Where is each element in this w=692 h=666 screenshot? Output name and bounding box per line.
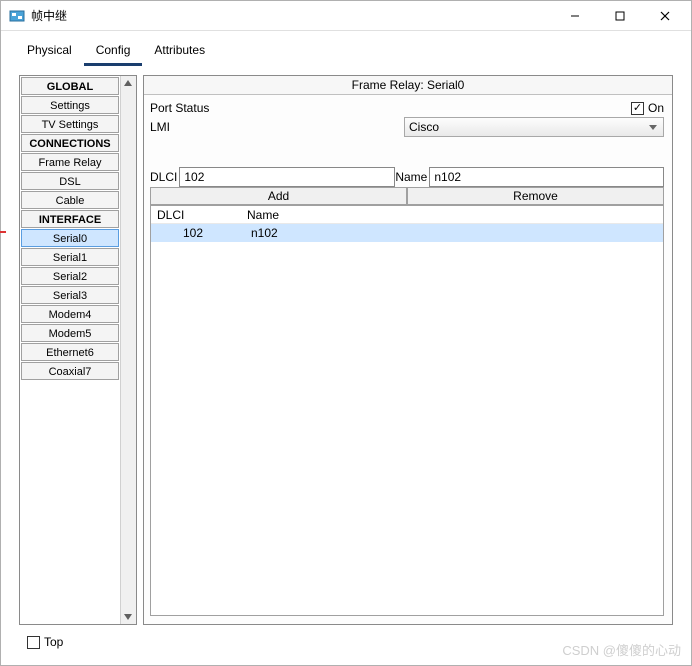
table-body: 102n102 xyxy=(151,224,663,242)
sidebar-list: GLOBALSettingsTV SettingsCONNECTIONSFram… xyxy=(20,76,120,624)
dlci-label: DLCI xyxy=(150,170,177,184)
sidebar-item-dsl[interactable]: DSL xyxy=(21,172,119,190)
lmi-value: Cisco xyxy=(409,120,439,134)
top-checkbox[interactable] xyxy=(27,636,40,649)
sidebar-item-modem5[interactable]: Modem5 xyxy=(21,324,119,342)
sidebar-item-serial0[interactable]: Serial0 xyxy=(21,229,119,247)
app-icon xyxy=(9,8,25,24)
port-status-checkbox[interactable] xyxy=(631,102,644,115)
annotation-tick xyxy=(0,231,6,233)
body-row: GLOBALSettingsTV SettingsCONNECTIONSFram… xyxy=(15,71,677,629)
table-header: DLCI Name xyxy=(151,206,663,224)
panel-title: Frame Relay: Serial0 xyxy=(144,76,672,95)
sidebar-header-connections: CONNECTIONS xyxy=(21,134,119,152)
add-remove-row: Add Remove xyxy=(150,187,664,205)
close-button[interactable] xyxy=(642,2,687,30)
top-label: Top xyxy=(44,635,63,649)
sidebar-item-coaxial7[interactable]: Coaxial7 xyxy=(21,362,119,380)
sidebar-header-interface: INTERFACE xyxy=(21,210,119,228)
dlci-table: DLCI Name 102n102 xyxy=(150,205,664,616)
sidebar: GLOBALSettingsTV SettingsCONNECTIONSFram… xyxy=(19,75,137,625)
name-label: Name xyxy=(395,170,427,184)
remove-button[interactable]: Remove xyxy=(407,187,664,205)
sidebar-item-serial3[interactable]: Serial3 xyxy=(21,286,119,304)
lmi-row: LMI Cisco xyxy=(150,117,664,137)
port-status-row: Port Status On xyxy=(150,101,664,115)
lmi-label: LMI xyxy=(150,120,174,134)
main-panel: Frame Relay: Serial0 Port Status On LMI … xyxy=(143,75,673,625)
titlebar: 帧中继 xyxy=(1,1,691,31)
tab-bar: PhysicalConfigAttributes xyxy=(15,39,677,67)
dlci-input[interactable]: 102 xyxy=(179,167,395,187)
tab-config[interactable]: Config xyxy=(84,39,143,66)
sidebar-item-tv-settings[interactable]: TV Settings xyxy=(21,115,119,133)
port-status-label: Port Status xyxy=(150,101,209,115)
sidebar-item-cable[interactable]: Cable xyxy=(21,191,119,209)
dlci-entry-row: DLCI 102 Name n102 xyxy=(150,167,664,187)
panel-body: Port Status On LMI Cisco DLCI 102 xyxy=(144,95,672,624)
name-input[interactable]: n102 xyxy=(429,167,664,187)
sidebar-item-frame-relay[interactable]: Frame Relay xyxy=(21,153,119,171)
sidebar-item-modem4[interactable]: Modem4 xyxy=(21,305,119,323)
minimize-button[interactable] xyxy=(552,2,597,30)
tab-attributes[interactable]: Attributes xyxy=(142,39,217,66)
sidebar-header-global: GLOBAL xyxy=(21,77,119,95)
sidebar-item-serial1[interactable]: Serial1 xyxy=(21,248,119,266)
col-dlci[interactable]: DLCI xyxy=(151,206,241,223)
col-name[interactable]: Name xyxy=(241,206,663,223)
sidebar-item-settings[interactable]: Settings xyxy=(21,96,119,114)
sidebar-scrollbar[interactable] xyxy=(120,76,136,624)
tab-physical[interactable]: Physical xyxy=(15,39,84,66)
sidebar-item-ethernet6[interactable]: Ethernet6 xyxy=(21,343,119,361)
sidebar-item-serial2[interactable]: Serial2 xyxy=(21,267,119,285)
add-button[interactable]: Add xyxy=(150,187,407,205)
lmi-dropdown[interactable]: Cisco xyxy=(404,117,664,137)
port-status-on-label: On xyxy=(648,101,664,115)
app-window: 帧中继 PhysicalConfigAttributes GLOBALSetti… xyxy=(0,0,692,666)
table-row[interactable]: 102n102 xyxy=(151,224,663,242)
maximize-button[interactable] xyxy=(597,2,642,30)
window-title: 帧中继 xyxy=(31,7,552,24)
window-controls xyxy=(552,2,687,30)
watermark: CSDN @傻傻的心动 xyxy=(562,640,681,659)
client-area: PhysicalConfigAttributes GLOBALSettingsT… xyxy=(1,31,691,665)
cell-dlci: 102 xyxy=(151,224,241,242)
cell-name: n102 xyxy=(241,224,663,242)
